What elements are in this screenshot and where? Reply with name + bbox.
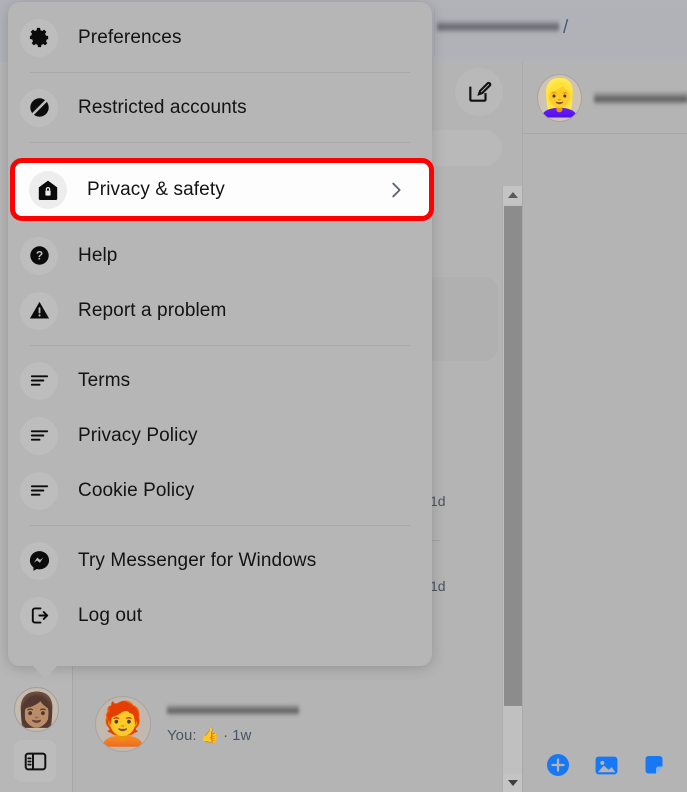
composer-toolbar: GIF xyxy=(523,752,687,778)
photo-icon[interactable] xyxy=(593,752,619,778)
sidebar-toggle-icon xyxy=(24,752,46,770)
conversation-name-blurred xyxy=(594,90,687,105)
menu-item-label: Restricted accounts xyxy=(78,96,247,118)
chat-list-item[interactable]: 🧑‍🦰 You: 👍 · 1w xyxy=(95,696,299,752)
sidebar-toggle-button[interactable] xyxy=(14,740,56,782)
snippet-prefix: You: xyxy=(167,726,197,744)
scrollbar-thumb[interactable] xyxy=(504,206,522,706)
privacy-home-lock-icon xyxy=(29,170,67,209)
logout-icon xyxy=(20,596,58,635)
menu-divider xyxy=(30,142,410,143)
chat-item-text: You: 👍 · 1w xyxy=(167,704,299,744)
question-circle-icon: ? xyxy=(20,236,58,275)
menu-item-label: Log out xyxy=(78,604,143,626)
warning-triangle-icon xyxy=(20,291,58,330)
svg-text:?: ? xyxy=(35,249,42,263)
menu-item-privacy-and-safety[interactable]: Privacy & safety xyxy=(10,158,434,221)
menu-item-label: Cookie Policy xyxy=(78,479,195,501)
gear-icon xyxy=(20,18,58,57)
menu-item-label: Terms xyxy=(78,369,131,391)
scroll-down-button[interactable] xyxy=(503,774,523,792)
scroll-up-arrow-icon xyxy=(508,192,518,198)
menu-item-label: Privacy Policy xyxy=(78,424,198,446)
scroll-up-button[interactable] xyxy=(503,186,523,204)
menu-item-preferences[interactable]: Preferences xyxy=(8,10,432,65)
menu-item-terms[interactable]: Terms xyxy=(8,353,432,408)
menu-item-try-messenger[interactable]: Try Messenger for Windows xyxy=(8,533,432,588)
menu-item-label: Help xyxy=(78,244,118,266)
window-title-blurred xyxy=(437,20,559,33)
search-bar[interactable] xyxy=(420,130,502,166)
chat-list-scrollbar[interactable] xyxy=(502,186,523,792)
compose-button[interactable] xyxy=(455,68,503,116)
menu-item-cookie-policy[interactable]: Cookie Policy xyxy=(8,463,432,518)
settings-menu: Preferences Restricted accounts ? Help R… xyxy=(8,2,434,679)
menu-item-label: Preferences xyxy=(78,26,182,48)
title-separator: / xyxy=(563,17,569,38)
menu-item-label: Privacy & safety xyxy=(87,178,225,200)
compose-pencil-icon xyxy=(469,81,492,102)
document-lines-icon xyxy=(20,471,58,510)
chat-snippet: You: 👍 · 1w xyxy=(167,726,299,745)
menu-divider xyxy=(30,72,410,73)
messenger-icon xyxy=(20,541,58,580)
document-lines-icon xyxy=(20,416,58,455)
snippet-separator: · xyxy=(223,726,229,744)
conversation-avatar: 👱‍♀️ xyxy=(537,73,583,122)
thumbs-up-icon: 👍 xyxy=(200,727,220,744)
menu-item-log-out[interactable]: Log out xyxy=(8,588,432,643)
sticker-icon[interactable] xyxy=(641,752,667,778)
menu-pointer-tail xyxy=(32,665,58,679)
conversation-header[interactable]: 👱‍♀️ xyxy=(523,62,687,134)
chat-row-time-2: 1d xyxy=(430,578,446,594)
menu-item-help[interactable]: ? Help xyxy=(8,228,432,283)
avatar: 🧑‍🦰 xyxy=(95,696,151,752)
menu-item-privacy-policy[interactable]: Privacy Policy xyxy=(8,408,432,463)
conversation-pane: 👱‍♀️ xyxy=(522,62,687,792)
chevron-right-icon xyxy=(385,179,407,201)
menu-item-label: Report a problem xyxy=(78,299,227,321)
menu-divider xyxy=(30,525,410,526)
chat-time: 1w xyxy=(232,726,252,744)
menu-item-report-a-problem[interactable]: Report a problem xyxy=(8,283,432,338)
restricted-icon xyxy=(20,88,58,127)
scroll-down-arrow-icon xyxy=(508,780,518,786)
chat-row-time-1: 1d xyxy=(430,493,446,509)
menu-divider xyxy=(30,345,410,346)
plus-circle-icon[interactable] xyxy=(545,752,571,778)
document-lines-icon xyxy=(20,361,58,400)
app-window: / 1d 1d 🧑‍🦰 You: 👍 · 1w xyxy=(0,0,687,792)
profile-avatar-button[interactable]: 👩🏽 xyxy=(14,687,59,732)
chat-name-blurred xyxy=(167,704,299,716)
menu-item-restricted-accounts[interactable]: Restricted accounts xyxy=(8,80,432,135)
menu-item-label: Try Messenger for Windows xyxy=(78,549,317,571)
